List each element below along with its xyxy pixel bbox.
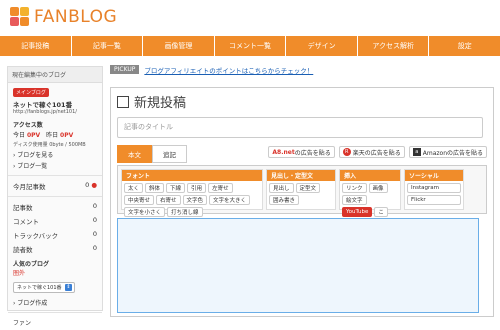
nav-item-posts-list[interactable]: 記事一覧 xyxy=(72,36,144,56)
emoji-button[interactable]: 絵文字 xyxy=(342,195,367,205)
align-left-button[interactable]: 左寄せ xyxy=(208,183,233,193)
stat-readers: 読者数 0 xyxy=(13,244,97,254)
today-pv: 0PV xyxy=(26,132,41,139)
sidebar: 現在編集中のブログ メインブログ ネットで稼ぐ101番 http://fanbl… xyxy=(7,66,103,327)
main-content: PICKUP ブログアフィリエイトのポイントはこちらからチェック！ 新規投稿 記… xyxy=(110,64,494,317)
nav-item-analytics[interactable]: アクセス解析 xyxy=(358,36,430,56)
italic-button[interactable]: 斜体 xyxy=(145,183,165,193)
smaller-text-button[interactable]: 文字を小さく xyxy=(124,207,166,217)
insert-extra-button[interactable]: こ xyxy=(374,207,388,217)
tab-body[interactable]: 本文 xyxy=(117,144,152,163)
flickr-button[interactable]: Flickr xyxy=(407,195,461,205)
ad-buttons: A8.net の広告を貼る R 楽天の広告を貼る a Amazonの広告を貼る xyxy=(264,146,487,158)
youtube-button[interactable]: YouTube xyxy=(342,207,373,217)
strikethrough-button[interactable]: 打ち消し線 xyxy=(167,207,203,217)
nav-item-post[interactable]: 記事投稿 xyxy=(0,36,72,56)
text-color-button[interactable]: 文字色 xyxy=(182,195,208,205)
rakuten-icon: R xyxy=(342,148,351,156)
align-right-button[interactable]: 右寄せ xyxy=(156,195,181,205)
main-nav: 記事投稿 記事一覧 画像管理 コメント一覧 デザイン アクセス解析 設定 xyxy=(0,36,500,56)
monthly-posts-value: 0 ● xyxy=(85,181,97,189)
monthly-posts: 今月記事数 0 ● xyxy=(13,181,97,191)
monthly-posts-label: 今月記事数 xyxy=(13,183,46,191)
create-blog-link[interactable]: › ブログ作成 xyxy=(13,298,97,307)
editor-heading: 新規投稿 xyxy=(117,92,487,111)
pin-icon: ● xyxy=(91,181,97,189)
heading-button[interactable]: 見出し xyxy=(269,183,294,193)
a8-ad-button[interactable]: A8.net の広告を貼る xyxy=(268,146,335,158)
rakuten-ad-button[interactable]: R 楽天の広告を貼る xyxy=(338,146,405,158)
social-group-title: ソーシャル xyxy=(405,170,463,181)
sidebar-heading: 現在編集中のブログ xyxy=(8,67,102,83)
access-counts: 今日 0PV 昨日 0PV xyxy=(13,130,97,139)
yesterday-pv: 0PV xyxy=(60,132,74,139)
insert-group: 挿入 リンク 画像 絵文字 YouTube こ xyxy=(339,169,401,217)
boxed-text-button[interactable]: 囲み書き xyxy=(269,195,300,205)
align-center-button[interactable]: 中央寄せ xyxy=(124,195,155,205)
editor-title: 新規投稿 xyxy=(134,96,187,111)
stat-comments: コメント 0 xyxy=(13,216,97,226)
format-toolbar: フォント 太く 斜体 下線 引用 左寄せ 中央寄せ 右寄せ 文字色 文字を大きく… xyxy=(117,165,487,217)
stat-trackbacks: トラックバック 0 xyxy=(13,230,97,240)
pickup-banner: PICKUP ブログアフィリエイトのポイントはこちらからチェック！ xyxy=(110,64,494,75)
link-button[interactable]: リンク xyxy=(342,183,367,193)
access-label: アクセス数 xyxy=(13,122,43,129)
today-label: 今日 xyxy=(13,132,26,139)
fanblog-logo[interactable]: FANBLOG xyxy=(10,7,117,27)
font-group-title: フォント xyxy=(122,170,262,181)
logo-text: FANBLOG xyxy=(34,7,118,27)
social-group: ソーシャル Instagram Flickr xyxy=(404,169,464,210)
chevron-down-icon: ⇕ xyxy=(65,284,72,291)
pickup-tag: PICKUP xyxy=(110,65,140,74)
heading-group-title: 見出し・定型文 xyxy=(267,170,335,181)
underline-button[interactable]: 下線 xyxy=(166,183,186,193)
font-group: フォント 太く 斜体 下線 引用 左寄せ 中央寄せ 右寄せ 文字色 文字を大きく… xyxy=(121,169,263,217)
blog-select[interactable]: ネットで稼ぐ101番 ⇕ xyxy=(13,282,75,293)
pickup-link[interactable]: ブログアフィリエイトのポイントはこちらからチェック！ xyxy=(144,65,313,75)
insert-group-title: 挿入 xyxy=(340,170,400,181)
instagram-button[interactable]: Instagram xyxy=(407,183,461,193)
disk-usage: ディスク使用量 0byte / 500MB xyxy=(13,142,86,148)
blog-url[interactable]: http://fanblogs.jp/net101/ xyxy=(13,109,97,115)
blog-list-link[interactable]: › ブログ一覧 xyxy=(13,161,97,170)
larger-text-button[interactable]: 文字を大きく xyxy=(209,195,251,205)
quote-button[interactable]: 引用 xyxy=(187,183,207,193)
tab-addendum[interactable]: 追記 xyxy=(152,144,187,163)
heading-group: 見出し・定型文 見出し 定型文 囲み書き xyxy=(266,169,336,210)
popular-label: 人気のブログ xyxy=(13,261,50,268)
bold-button[interactable]: 太く xyxy=(124,183,144,193)
nav-item-settings[interactable]: 設定 xyxy=(429,36,500,56)
nav-item-images[interactable]: 画像管理 xyxy=(143,36,215,56)
stat-posts: 記事数 0 xyxy=(13,202,97,212)
edit-icon xyxy=(117,95,129,108)
header: FANBLOG xyxy=(0,0,500,33)
post-body-textarea[interactable] xyxy=(117,218,479,313)
fan-label: ファン xyxy=(13,320,32,327)
template-button[interactable]: 定型文 xyxy=(295,183,321,193)
post-editor: 新規投稿 記事のタイトル 本文 追記 A8.net の広告を貼る R 楽天の広告を貼… xyxy=(110,87,494,317)
yesterday-label: 昨日 xyxy=(46,132,59,139)
amazon-icon: a xyxy=(412,148,421,156)
blog-name: ネットで稼ぐ101番 xyxy=(13,101,73,109)
logo-mark-icon xyxy=(10,7,30,27)
nav-item-comments[interactable]: コメント一覧 xyxy=(215,36,287,56)
amazon-ad-button[interactable]: a Amazonの広告を貼る xyxy=(408,146,487,158)
main-blog-badge: メインブログ xyxy=(13,88,49,97)
blog-select-value: ネットで稼ぐ101番 xyxy=(17,285,62,291)
view-blog-link[interactable]: › ブログを見る xyxy=(13,150,97,159)
post-title-input[interactable]: 記事のタイトル xyxy=(117,117,483,138)
popular-rank: 圏外 xyxy=(13,270,26,277)
editor-tabs-row: 本文 追記 A8.net の広告を貼る R 楽天の広告を貼る a Amazonの広告を… xyxy=(117,144,487,163)
image-button[interactable]: 画像 xyxy=(368,183,388,193)
nav-item-design[interactable]: デザイン xyxy=(286,36,358,56)
